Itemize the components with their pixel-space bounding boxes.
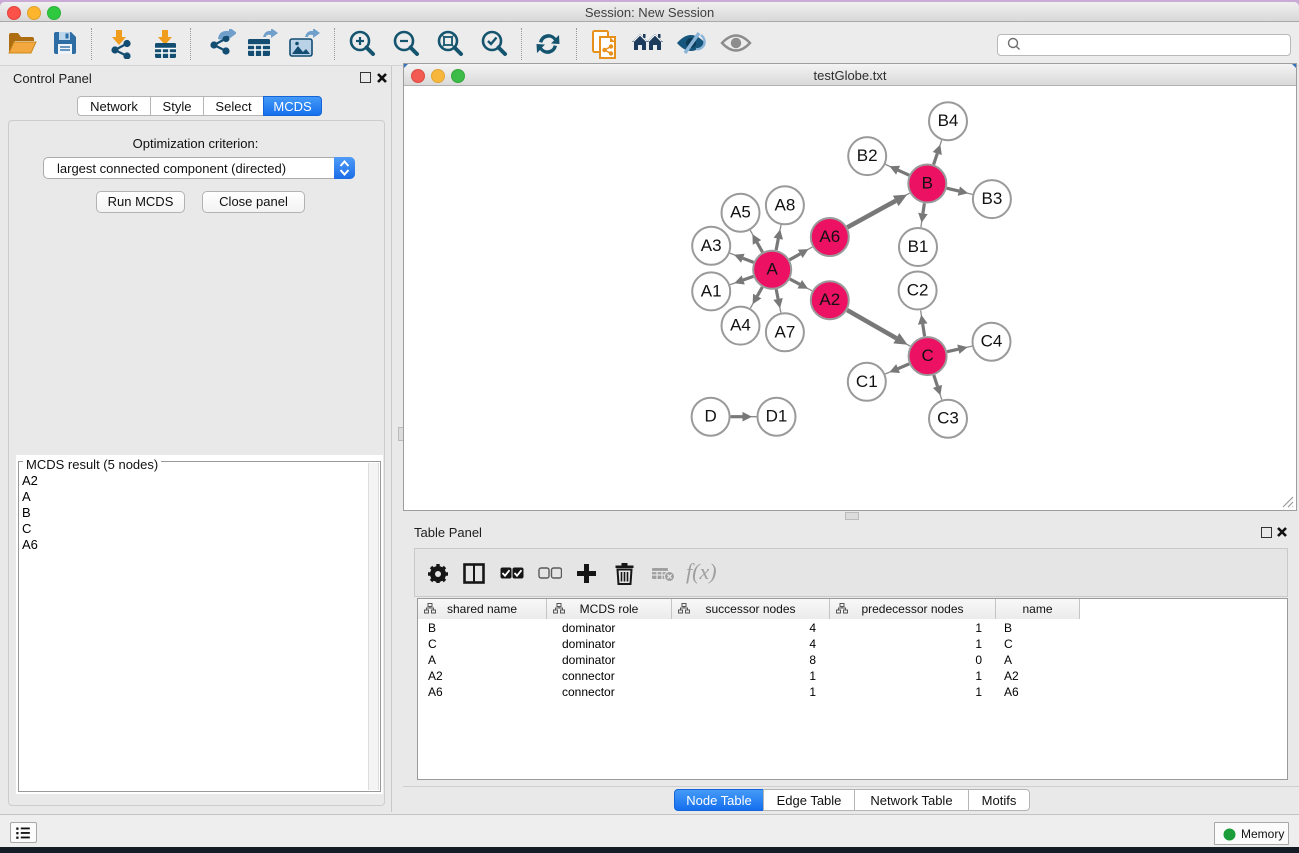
svg-text:D: D	[704, 407, 716, 426]
svg-text:C1: C1	[856, 372, 878, 391]
svg-text:C3: C3	[937, 409, 959, 428]
svg-text:A8: A8	[775, 195, 796, 214]
svg-text:D1: D1	[766, 407, 788, 426]
svg-text:A3: A3	[701, 236, 722, 255]
svg-text:B: B	[922, 173, 933, 192]
svg-text:B4: B4	[938, 111, 959, 130]
svg-text:A2: A2	[819, 290, 840, 309]
svg-text:C4: C4	[981, 332, 1003, 351]
svg-text:A1: A1	[701, 281, 722, 300]
svg-text:A5: A5	[730, 203, 751, 222]
svg-text:A: A	[767, 260, 779, 279]
svg-text:A6: A6	[819, 227, 840, 246]
svg-text:B1: B1	[908, 237, 929, 256]
svg-text:C: C	[921, 346, 933, 365]
svg-text:A4: A4	[730, 316, 751, 335]
svg-text:C2: C2	[907, 280, 929, 299]
svg-text:B2: B2	[857, 146, 878, 165]
svg-text:A7: A7	[775, 322, 796, 341]
svg-text:B3: B3	[982, 189, 1003, 208]
